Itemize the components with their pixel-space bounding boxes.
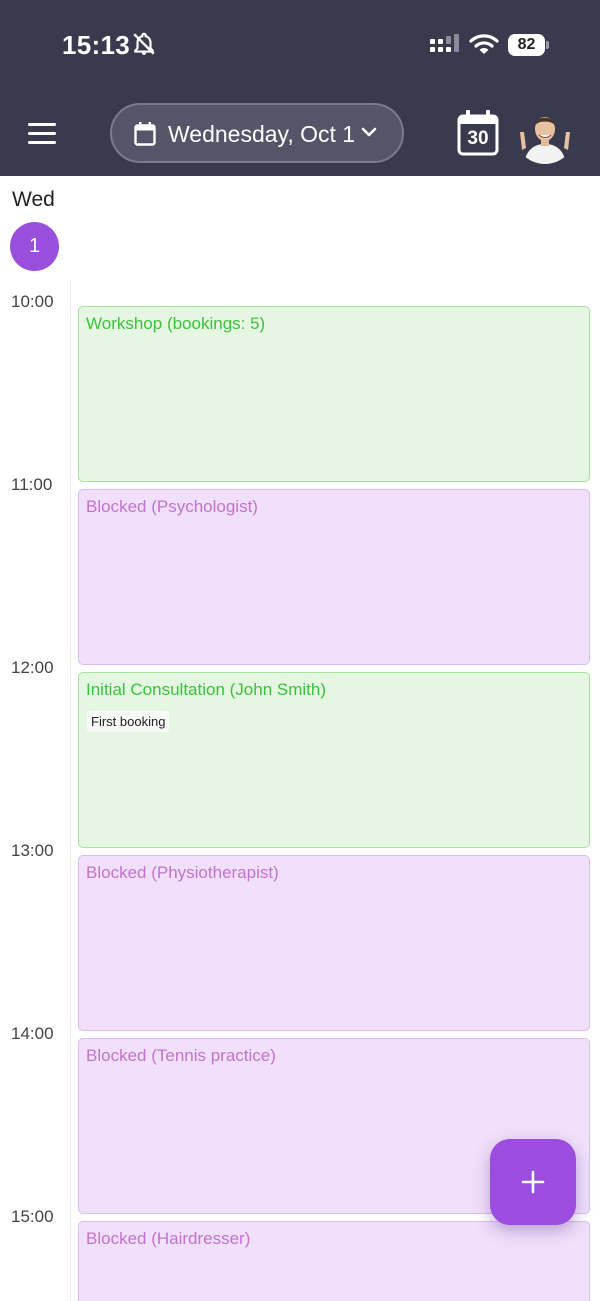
date-label: Wednesday, Oct 1 (168, 121, 356, 147)
time-label: 10:00 (11, 292, 54, 311)
time-label: 13:00 (11, 841, 54, 860)
event-workshop[interactable]: Workshop (bookings: 5) (78, 306, 590, 482)
day-name: Wed (12, 188, 55, 211)
time-label: 12:00 (11, 658, 54, 677)
time-column-divider (70, 280, 71, 1301)
signal-icon (430, 34, 459, 52)
time-label: 11:00 (11, 475, 53, 494)
app-header: 15:13 82 Wednesday, Oct 1 30 (0, 0, 600, 176)
time-label: 15:00 (11, 1207, 54, 1226)
event-title: Blocked (Physiotherapist) (86, 863, 279, 882)
event-blocked-psychologist[interactable]: Blocked (Psychologist) (78, 489, 590, 665)
menu-button[interactable] (26, 119, 60, 147)
avatar[interactable] (514, 102, 576, 164)
event-note: First booking (87, 711, 170, 732)
event-title: Blocked (Hairdresser) (86, 1229, 251, 1248)
chevron-down-icon (361, 127, 377, 137)
status-time: 15:13 (62, 30, 130, 60)
add-event-button[interactable] (490, 1139, 576, 1225)
plus-icon (521, 1170, 545, 1194)
date-selector[interactable]: Wednesday, Oct 1 (110, 103, 404, 163)
event-title: Blocked (Psychologist) (86, 497, 258, 516)
calendar-icon (134, 122, 156, 146)
event-blocked-physiotherapist[interactable]: Blocked (Physiotherapist) (78, 855, 590, 1031)
battery-icon: 82 (508, 34, 550, 56)
event-title: Initial Consultation (John Smith) (86, 680, 327, 699)
wifi-icon (469, 34, 499, 54)
event-title: Workshop (bookings: 5) (86, 314, 266, 333)
event-blocked-hairdresser[interactable]: Blocked (Hairdresser) (78, 1221, 590, 1301)
event-initial-consultation[interactable]: Initial Consultation (John Smith) First … (78, 672, 590, 848)
time-label: 14:00 (11, 1024, 54, 1043)
battery-percent: 82 (517, 36, 536, 53)
bell-off-icon (133, 32, 155, 55)
day-number[interactable]: 1 (10, 222, 59, 271)
event-title: Blocked (Tennis practice) (86, 1046, 276, 1065)
today-button[interactable]: 30 (456, 110, 500, 156)
calendar-today-number: 30 (467, 128, 489, 149)
